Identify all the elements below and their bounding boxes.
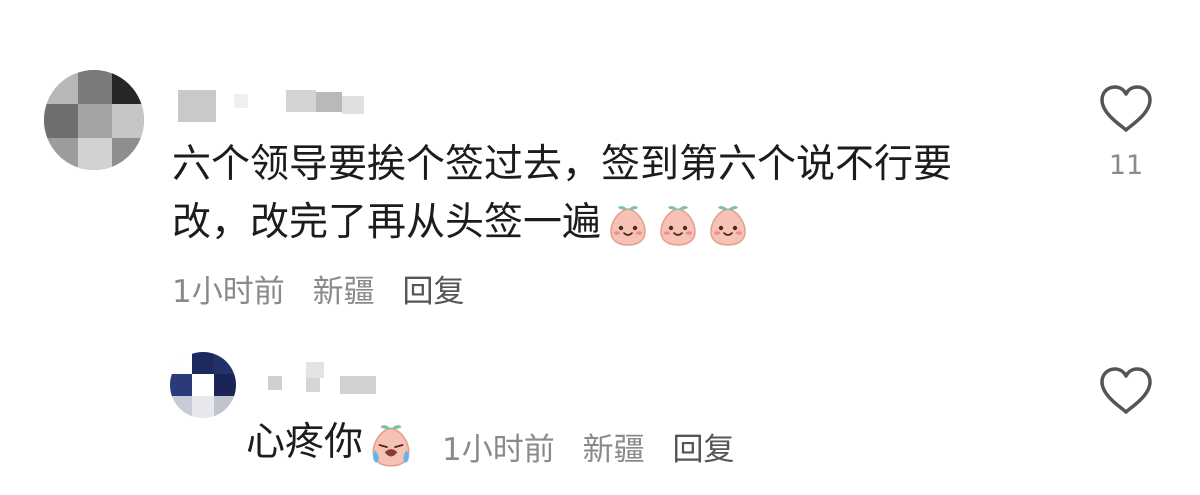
comment-time: 1小时前 [172,274,285,310]
reply-meta: 1小时前 新疆 回复 [442,424,734,469]
username[interactable] [268,362,388,394]
like-button[interactable]: 11 [1096,84,1156,181]
like-count: 11 [1108,150,1144,181]
avatar[interactable] [170,352,236,418]
reply-button[interactable]: 回复 [672,432,734,468]
like-button[interactable] [1096,366,1156,416]
comment-location: 新疆 [312,274,375,310]
heart-outline-icon [1100,367,1152,414]
avatar[interactable] [44,70,144,170]
crying-peach-icon [372,424,410,467]
smiling-peach-icon [610,205,646,246]
comment-text-line: 改，改完了再从头签一遍 [172,194,952,252]
comment-text-line: 六个领导要挨个签过去，签到第六个说不行要 [172,142,953,187]
reply-location: 新疆 [582,432,645,468]
username[interactable] [178,90,388,122]
reply-text: 心疼你 [246,414,415,472]
reply-button[interactable]: 回复 [402,274,464,310]
comment-text: 六个领导要挨个签过去，签到第六个说不行要 改，改完了再从头签一遍 [172,136,952,252]
smiling-peach-icon [660,205,696,246]
reply-time: 1小时前 [442,432,555,468]
smiling-peach-icon [710,205,746,246]
comment-meta: 1小时前 新疆 回复 [172,266,464,311]
heart-outline-icon [1100,85,1152,132]
